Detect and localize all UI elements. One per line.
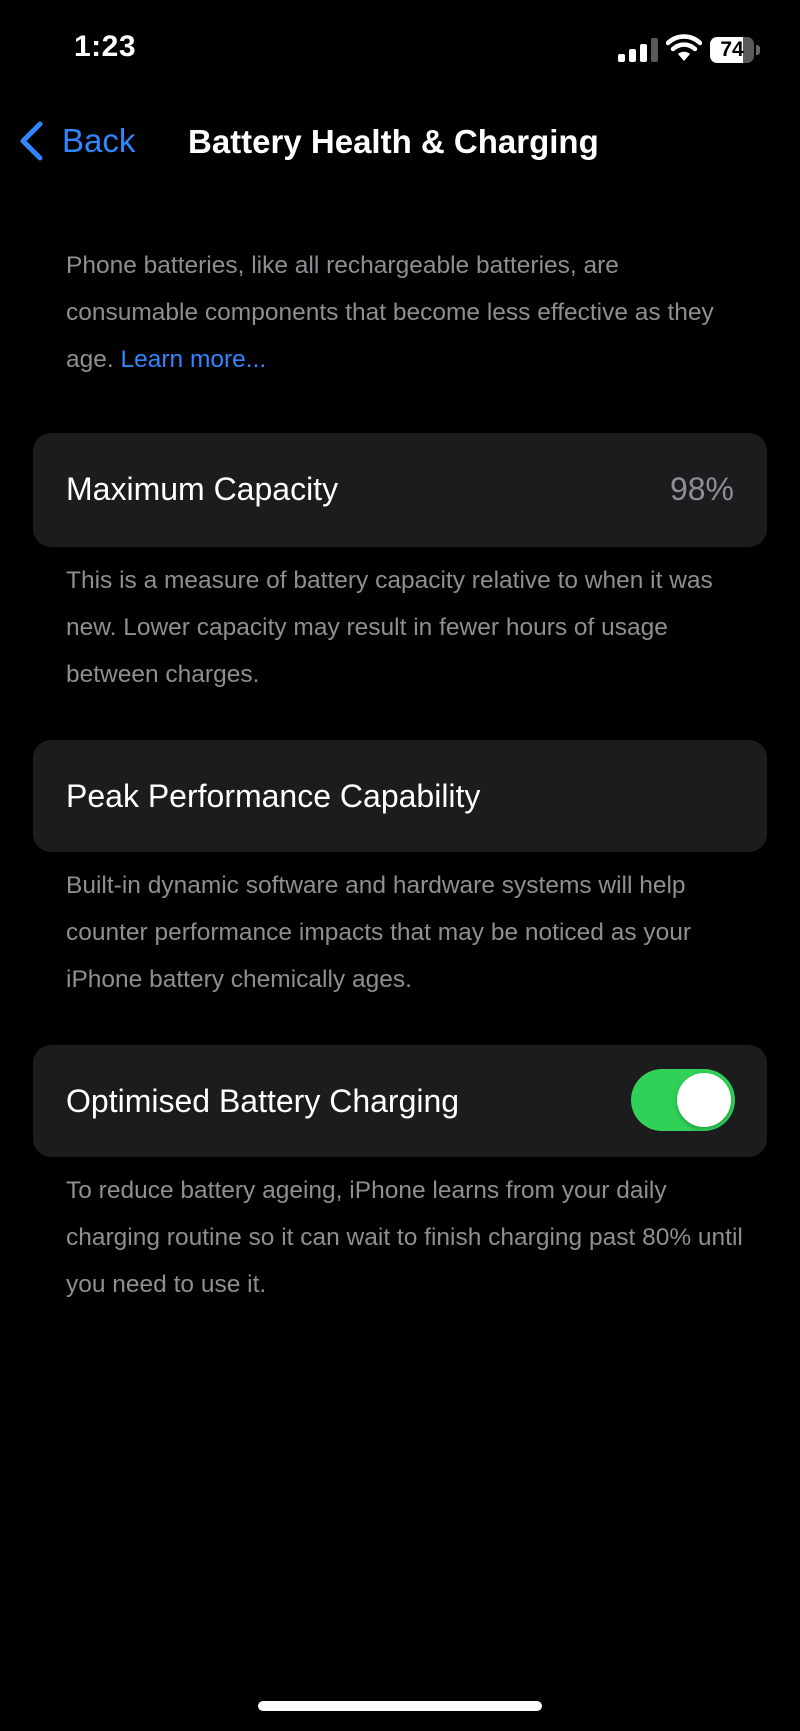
maximum-capacity-value: 98% [669, 471, 734, 507]
optimised-charging-row: Optimised Battery Charging [33, 1045, 767, 1157]
back-label: Back [62, 122, 136, 159]
learn-more-link[interactable]: Learn more... [121, 346, 267, 373]
peak-performance-row[interactable]: Peak Performance Capability [33, 740, 767, 852]
status-time: 1:23 [74, 30, 137, 63]
wifi-icon [666, 34, 702, 61]
chevron-left-icon [20, 121, 43, 161]
maximum-capacity-label: Maximum Capacity [66, 471, 339, 507]
home-indicator[interactable] [258, 1701, 542, 1711]
battery-icon: 74 [710, 37, 760, 63]
page-title: Battery Health & Charging [188, 123, 599, 160]
cellular-signal-icon [618, 38, 658, 62]
maximum-capacity-footnote: This is a measure of battery capacity re… [66, 567, 713, 688]
peak-performance-label: Peak Performance Capability [66, 778, 481, 814]
toggle-knob [677, 1073, 731, 1127]
intro-text: Phone batteries, like all rechargeable b… [66, 242, 746, 383]
maximum-capacity-row: Maximum Capacity 98% [33, 433, 767, 547]
optimised-charging-footnote: To reduce battery ageing, iPhone learns … [66, 1177, 743, 1298]
navigation-bar: Back Battery Health & Charging [0, 100, 800, 184]
battery-percent: 74 [720, 38, 744, 61]
optimised-charging-toggle[interactable] [631, 1069, 735, 1131]
peak-performance-footnote: Built-in dynamic software and hardware s… [66, 872, 692, 993]
back-button[interactable]: Back [16, 120, 135, 162]
status-bar: 1:23 74 [0, 0, 800, 100]
optimised-charging-label: Optimised Battery Charging [66, 1083, 460, 1119]
